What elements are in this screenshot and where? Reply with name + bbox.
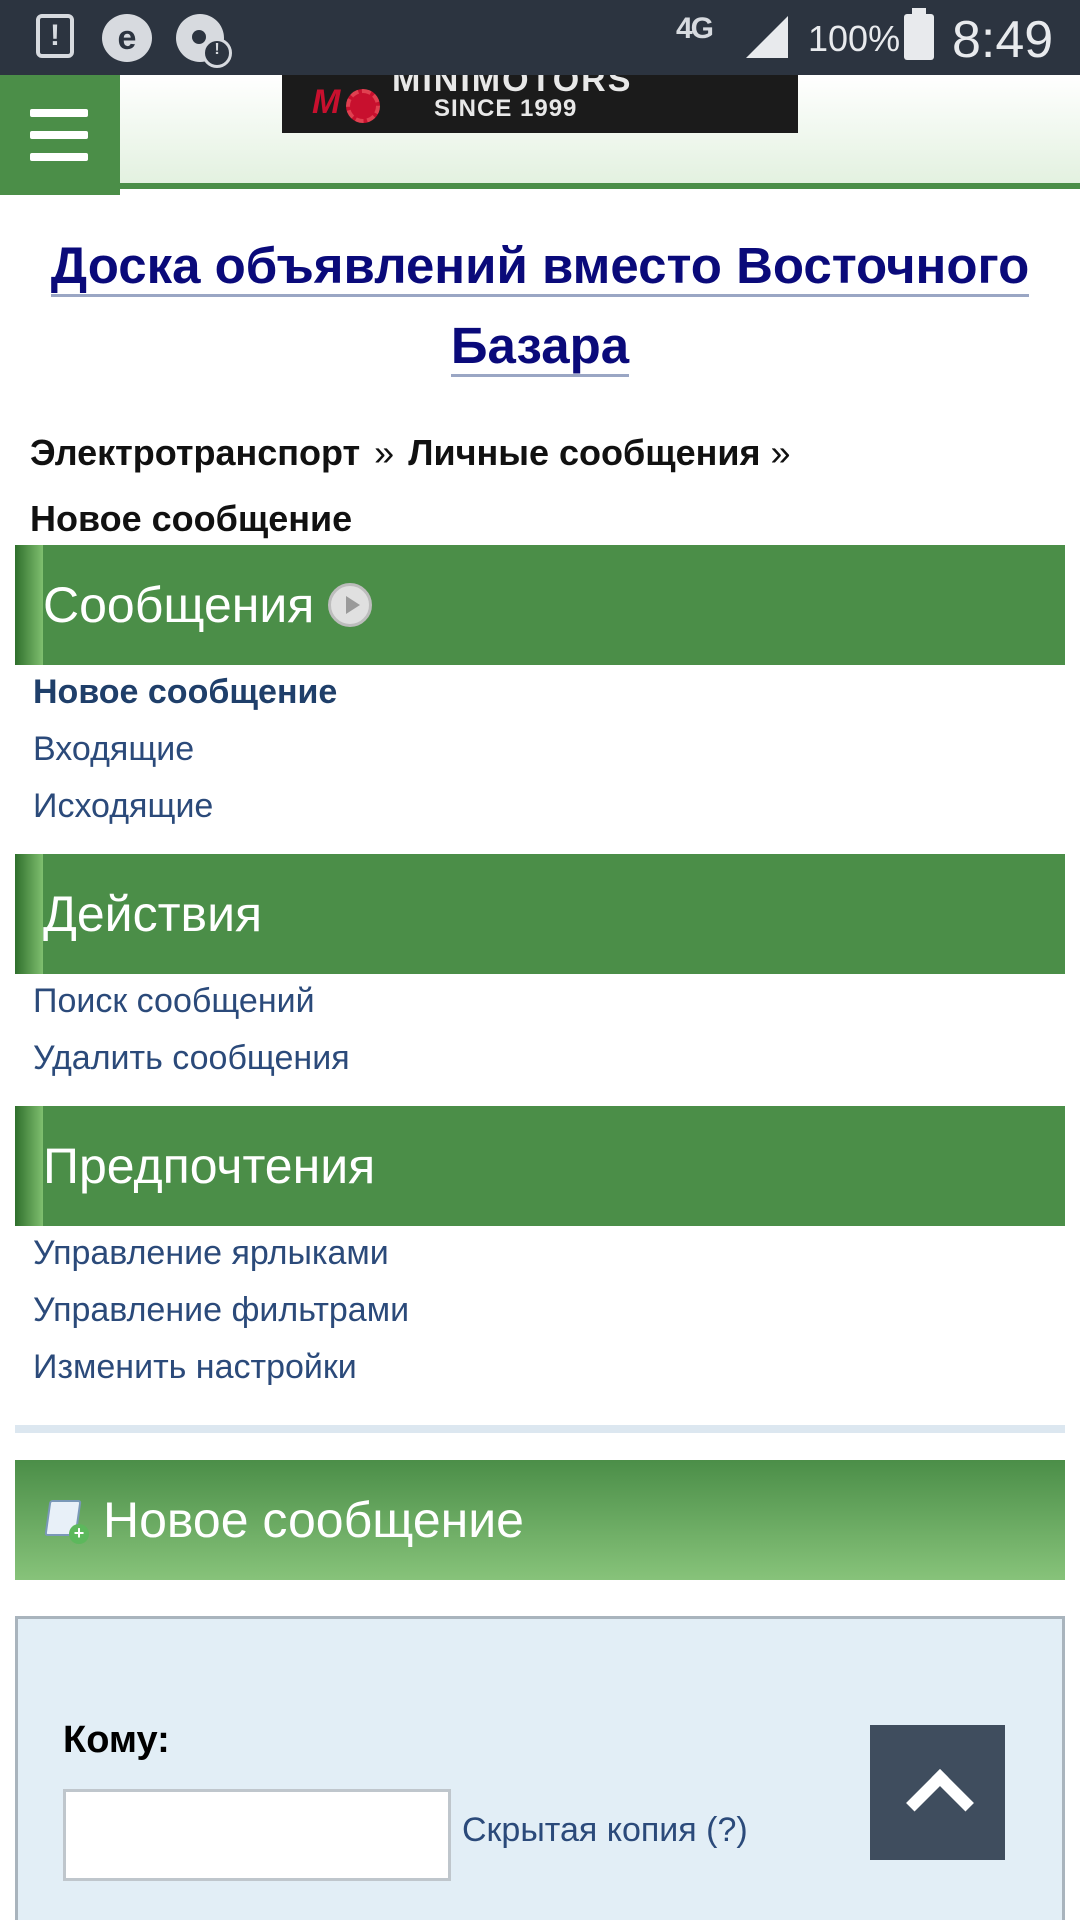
section-actions-header: Действия — [15, 854, 1065, 974]
collapse-toggle-icon[interactable] — [328, 582, 373, 627]
menu-item-new-message[interactable]: Новое сообщение — [33, 673, 337, 712]
section-preferences-header: Предпочтения — [15, 1106, 1065, 1226]
breadcrumb-separator: » — [770, 432, 791, 473]
divider — [15, 1425, 1065, 1433]
scroll-to-top-button[interactable] — [870, 1725, 1005, 1860]
recipient-label: Кому: — [63, 1719, 170, 1761]
ad-banner[interactable]: M MINIMOTORS SINCE 1999 — [282, 75, 798, 133]
section-messages-header: Сообщения — [15, 545, 1065, 665]
menu-item-manage-labels[interactable]: Управление ярлыками — [33, 1234, 389, 1273]
bcc-link[interactable]: Скрытая копия (?) — [462, 1811, 748, 1850]
menu-item-delete-messages[interactable]: Удалить сообщения — [33, 1039, 350, 1078]
status-bar: e 4G 100% 8:49 — [0, 0, 1080, 75]
clock: 8:49 — [952, 11, 1054, 69]
breadcrumb: Электротранспорт» Личные сообщения» Новое… — [30, 420, 1050, 552]
new-document-icon: + — [43, 1498, 89, 1544]
new-message-header: + Новое сообщение — [15, 1460, 1065, 1580]
menu-item-outbox[interactable]: Исходящие — [33, 787, 213, 826]
menu-bar-icon — [30, 131, 88, 139]
section-preferences-title: Предпочтения — [43, 1138, 376, 1194]
new-message-title: Новое сообщение — [103, 1492, 524, 1548]
minimotors-logo-icon: M — [312, 81, 382, 125]
page-title: Доска объявлений вместо Восточного Базар… — [20, 226, 1060, 386]
battery-icon — [904, 8, 934, 60]
section-messages-title: Сообщения — [43, 577, 315, 633]
menu-item-inbox[interactable]: Входящие — [33, 730, 194, 769]
network-type: 4G — [676, 12, 714, 45]
banner-since: SINCE 1999 — [434, 95, 578, 122]
breadcrumb-item-new-message: Новое сообщение — [30, 498, 353, 539]
menu-item-manage-filters[interactable]: Управление фильтрами — [33, 1291, 409, 1330]
breadcrumb-item-private-messages[interactable]: Личные сообщения — [408, 432, 760, 473]
battery-percent: 100% — [808, 18, 901, 59]
section-actions-title: Действия — [43, 886, 263, 942]
site-header: M MINIMOTORS SINCE 1999 — [0, 75, 1080, 195]
menu-item-change-settings[interactable]: Изменить настройки — [33, 1348, 357, 1387]
hamburger-menu-button[interactable] — [0, 75, 120, 195]
browser-e-icon: e — [102, 14, 152, 62]
alert-icon — [36, 14, 74, 58]
site-title-link[interactable]: Доска объявлений вместо Восточного Базар… — [50, 237, 1030, 377]
signal-icon — [746, 16, 788, 58]
disc-warning-icon — [176, 14, 232, 68]
menu-bar-icon — [30, 109, 88, 117]
menu-item-search-messages[interactable]: Поиск сообщений — [33, 982, 315, 1021]
menu-bar-icon — [30, 153, 88, 161]
breadcrumb-separator: » — [374, 432, 395, 473]
breadcrumb-item-electrotransport[interactable]: Электротранспорт — [30, 432, 360, 473]
recipient-input[interactable] — [63, 1789, 451, 1881]
